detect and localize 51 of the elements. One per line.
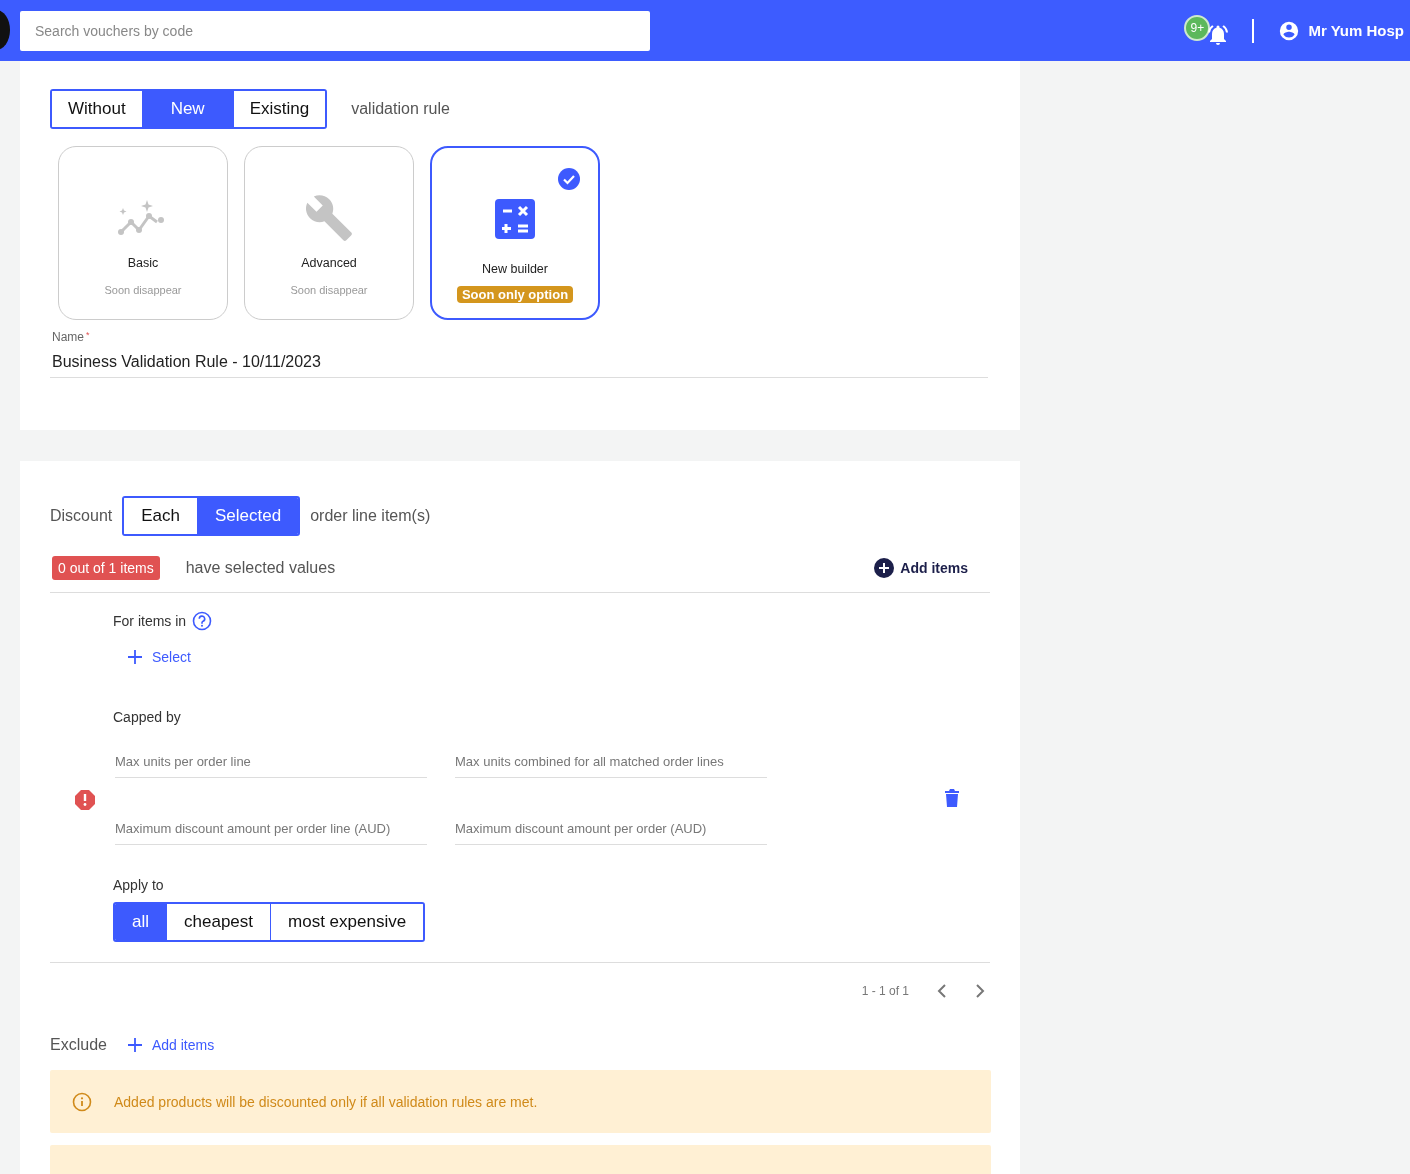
bell-icon[interactable] [1206, 22, 1231, 47]
required-mark: * [86, 330, 90, 340]
option-badge: Soon only option [456, 286, 574, 303]
builder-card[interactable]: Advanced Soon disappear [244, 146, 414, 320]
builder-note: Soon disappear [104, 284, 182, 296]
builder-title: New builder [482, 262, 548, 276]
add-items-link[interactable]: Add items [126, 1037, 215, 1053]
scope-suffix: order line item(s) [310, 507, 431, 525]
select-link[interactable]: Select [127, 649, 191, 665]
capped-by-label: Capped by [113, 709, 182, 725]
count-badge: 0 out of 1 items [52, 556, 160, 580]
search-field[interactable]: Search vouchers by code [20, 10, 650, 51]
notification-badge: 9+ [1184, 14, 1211, 41]
apply-to-label: Apply to [113, 877, 165, 893]
plus-circle-icon [874, 558, 895, 578]
builder-note: Soon disappear [290, 284, 368, 296]
scope-option[interactable]: Selected [198, 498, 299, 534]
pagination-text: 1 - 1 of 1 [861, 984, 909, 998]
check-circle-icon [558, 168, 580, 190]
mode-option[interactable]: New [142, 91, 234, 127]
count-text: have selected values [185, 559, 336, 577]
cap-input-field[interactable]: Maximum discount amount per order (AUD) [455, 821, 767, 845]
wrench-icon [304, 193, 354, 243]
account-icon[interactable] [1278, 19, 1301, 42]
builder-title: Basic [127, 256, 159, 270]
info-icon [72, 1091, 92, 1112]
plus-icon [126, 1037, 143, 1053]
name-input-field[interactable]: Business Validation Rule - 10/11/2023 [50, 353, 988, 378]
cap-input-field[interactable]: Max units per order line [115, 754, 427, 778]
exclude-label: Exclude [50, 1036, 107, 1054]
builder-title: Advanced [301, 256, 357, 270]
chevron-left-icon[interactable] [937, 984, 947, 998]
add-items-button[interactable]: Add items [868, 557, 974, 579]
calculator-icon [495, 199, 535, 239]
for-items-label: For items in [113, 613, 187, 629]
user-name[interactable]: Mr Yum Hosp [1308, 22, 1404, 39]
help-icon[interactable] [192, 611, 213, 631]
notice-text: Added products will be discounted only if all validation rules are met. [114, 1093, 538, 1110]
cap-input-field[interactable]: Max units combined for all matched order lines [455, 754, 767, 778]
field-label: Name [52, 330, 84, 344]
trash-icon[interactable] [945, 789, 959, 807]
builder-card[interactable]: New builder Soon only option [430, 146, 600, 320]
mode-suffix: validation rule [351, 100, 450, 118]
mode-option[interactable]: Without [52, 91, 143, 127]
plus-icon [127, 649, 143, 665]
chevron-right-icon[interactable] [975, 984, 985, 998]
apply-option[interactable]: all [115, 904, 167, 940]
scope-option[interactable]: Each [124, 498, 198, 534]
builder-card[interactable]: Basic Soon disappear [58, 146, 228, 320]
cap-input-field[interactable]: Maximum discount amount per order line (AUD) [115, 821, 427, 845]
discount-label: Discount [50, 507, 113, 525]
